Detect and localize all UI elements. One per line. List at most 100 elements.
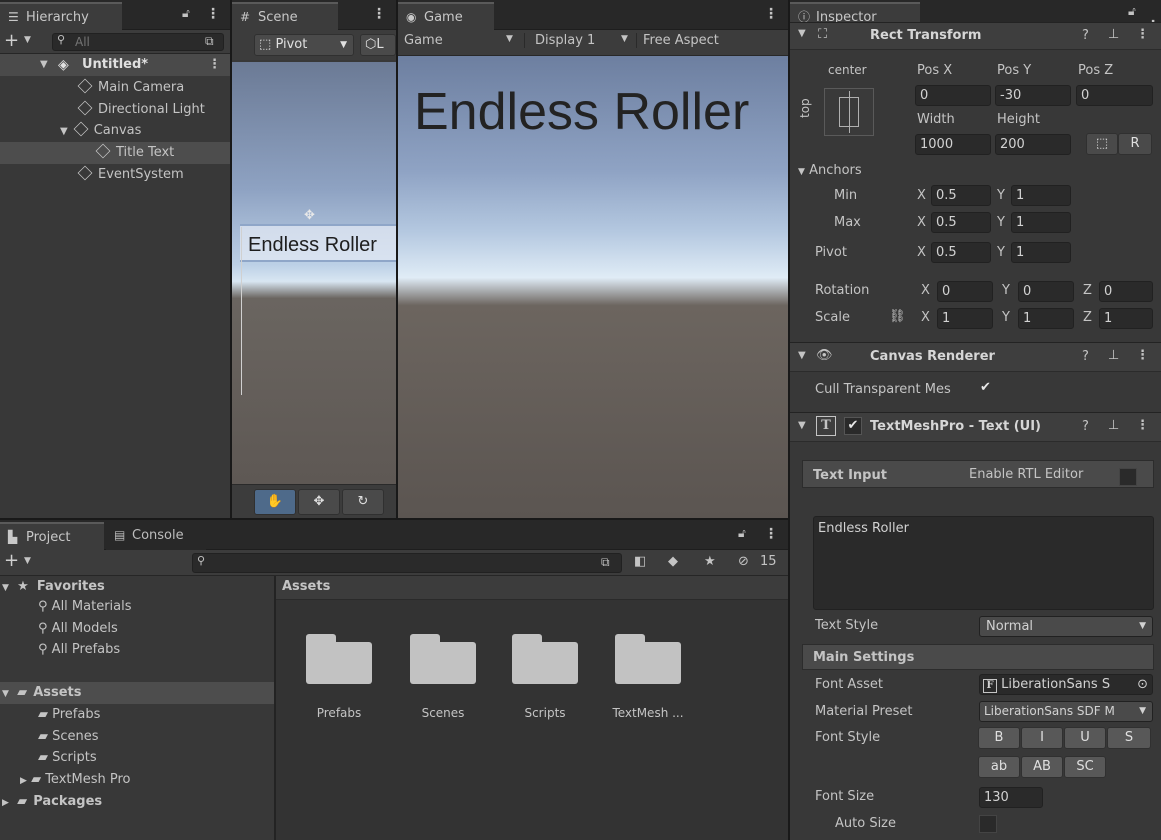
anchor-max-x-field[interactable]: 0.5: [931, 212, 991, 233]
strikethrough-button[interactable]: S: [1107, 727, 1151, 749]
lock-icon[interactable]: 🔓︎: [1128, 4, 1136, 19]
constrain-proportions-icon[interactable]: ⛓: [889, 309, 906, 324]
assets-item-scenes[interactable]: ▰ Scenes: [38, 726, 99, 748]
text-input-area[interactable]: Endless Roller: [813, 516, 1154, 610]
textmeshpro-header[interactable]: ▼ T ✔ TextMeshPro - Text (UI) ? ⊥ ⋮: [790, 412, 1161, 442]
scene-root[interactable]: ▼ ◈ Untitled* ⋮: [0, 54, 230, 76]
more-menu-icon[interactable]: ⋮: [764, 526, 778, 542]
collapse-icon[interactable]: ▼: [798, 28, 806, 39]
assets-item-scripts[interactable]: ▰ Scripts: [38, 747, 97, 769]
preset-icon[interactable]: ⊥: [1108, 418, 1119, 433]
uppercase-button[interactable]: AB: [1021, 756, 1063, 778]
collapse-icon[interactable]: ▼: [798, 350, 806, 361]
filter-icon[interactable]: ⧉: [601, 555, 610, 570]
pos-y-field[interactable]: -30: [995, 85, 1071, 106]
font-size-field[interactable]: 130: [979, 787, 1043, 808]
bold-button[interactable]: B: [978, 727, 1020, 749]
chevron-down-icon[interactable]: ▼: [24, 556, 31, 566]
tab-game[interactable]: ◉ Game: [398, 2, 494, 30]
more-menu-icon[interactable]: ⋮: [372, 6, 386, 22]
lock-icon[interactable]: 🔓︎: [738, 526, 746, 541]
hierarchy-item-directional-light[interactable]: Directional Light: [77, 99, 205, 121]
tab-project[interactable]: ▙ Project: [0, 522, 104, 550]
auto-size-checkbox[interactable]: [979, 815, 997, 833]
material-preset-dropdown[interactable]: LiberationSans SDF M ▼: [979, 701, 1153, 722]
rect-transform-header[interactable]: ▼ ⛶ Rect Transform ? ⊥ ⋮: [790, 22, 1161, 50]
favorites-group[interactable]: ▼ ★ Favorites: [2, 576, 105, 598]
hierarchy-item-title-text[interactable]: Title Text: [0, 142, 230, 164]
favorite-item-all-materials[interactable]: ⚲ All Materials: [38, 596, 132, 618]
chevron-down-icon[interactable]: ▼: [60, 126, 68, 137]
rotation-y-field[interactable]: 0: [1018, 281, 1074, 302]
more-menu-icon[interactable]: ⋮: [1136, 27, 1149, 42]
underline-button[interactable]: U: [1064, 727, 1106, 749]
blueprint-mode-button[interactable]: ⬚: [1086, 133, 1118, 155]
object-picker-icon[interactable]: ⊙: [1137, 675, 1148, 694]
chevron-down-icon[interactable]: ▼: [40, 54, 48, 76]
component-enabled-checkbox[interactable]: ✔: [844, 417, 862, 435]
rotation-z-field[interactable]: 0: [1099, 281, 1153, 302]
aspect-dropdown[interactable]: Free Aspect: [636, 33, 786, 48]
tab-hierarchy[interactable]: ☰ Hierarchy: [0, 2, 122, 30]
add-icon[interactable]: +: [4, 30, 19, 51]
rotation-x-field[interactable]: 0: [937, 281, 993, 302]
filter-by-type-icon[interactable]: ◧: [634, 554, 646, 569]
preset-icon[interactable]: ⊥: [1108, 27, 1119, 42]
anchor-min-x-field[interactable]: 0.5: [931, 185, 991, 206]
anchor-min-y-field[interactable]: 1: [1011, 185, 1071, 206]
anchor-max-y-field[interactable]: 1: [1011, 212, 1071, 233]
hierarchy-item-main-camera[interactable]: Main Camera: [77, 77, 184, 99]
more-menu-icon[interactable]: ⋮: [1136, 418, 1149, 433]
move-tool-button[interactable]: ✥: [298, 489, 340, 515]
anchors-toggle[interactable]: ▼ Anchors: [798, 163, 862, 178]
add-icon[interactable]: +: [4, 550, 19, 571]
breadcrumb-assets[interactable]: Assets: [282, 579, 330, 594]
preset-icon[interactable]: ⊥: [1108, 348, 1119, 363]
anchor-presets-button[interactable]: [824, 88, 874, 136]
assets-item-textmesh-pro[interactable]: ▶ ▰ TextMesh Pro: [20, 769, 130, 791]
packages-group[interactable]: ▶ ▰ Packages: [2, 791, 102, 813]
height-field[interactable]: 200: [995, 134, 1071, 155]
scale-y-field[interactable]: 1: [1018, 308, 1074, 329]
scale-x-field[interactable]: 1: [937, 308, 993, 329]
text-style-dropdown[interactable]: Normal ▼: [979, 616, 1153, 637]
local-toggle[interactable]: ⬡L: [360, 34, 396, 56]
tab-console[interactable]: ▤ Console: [106, 522, 206, 550]
anchor-handle[interactable]: ✥: [304, 208, 326, 226]
cull-transparent-checkbox[interactable]: ✔: [980, 380, 991, 395]
more-menu-icon[interactable]: ⋮: [206, 6, 220, 22]
italic-button[interactable]: I: [1021, 727, 1063, 749]
pos-x-field[interactable]: 0: [915, 85, 991, 106]
more-menu-icon[interactable]: ⋮: [1136, 348, 1149, 363]
filter-icon[interactable]: ⧉: [205, 34, 214, 49]
help-icon[interactable]: ?: [1082, 419, 1089, 434]
hierarchy-search-input[interactable]: [75, 35, 195, 49]
hierarchy-item-eventsystem[interactable]: EventSystem: [77, 164, 184, 186]
lock-icon[interactable]: 🔓︎: [182, 6, 190, 21]
smallcaps-button[interactable]: SC: [1064, 756, 1106, 778]
width-field[interactable]: 1000: [915, 134, 991, 155]
favorite-item-all-prefabs[interactable]: ⚲ All Prefabs: [38, 639, 120, 661]
hidden-packages-icon[interactable]: ⊘: [738, 554, 749, 569]
assets-item-prefabs[interactable]: ▰ Prefabs: [38, 704, 100, 726]
favorites-star-icon[interactable]: ★: [704, 554, 716, 569]
pivot-y-field[interactable]: 1: [1011, 242, 1071, 263]
project-search[interactable]: ⚲ ⧉: [192, 553, 622, 573]
scene-viewport[interactable]: ✥ Endless Roller: [232, 62, 396, 484]
favorite-item-all-models[interactable]: ⚲ All Models: [38, 618, 118, 640]
help-icon[interactable]: ?: [1082, 349, 1089, 364]
rtl-checkbox[interactable]: [1119, 468, 1137, 486]
pivot-x-field[interactable]: 0.5: [931, 242, 991, 263]
pos-z-field[interactable]: 0: [1076, 85, 1153, 106]
raw-edit-button[interactable]: R: [1118, 133, 1152, 155]
game-mode-dropdown[interactable]: Game ▼: [404, 33, 520, 48]
rotate-tool-button[interactable]: ↻: [342, 489, 384, 515]
game-viewport[interactable]: Endless Roller: [398, 56, 788, 518]
hierarchy-search[interactable]: ⚲ ⧉: [52, 33, 224, 51]
display-dropdown[interactable]: Display 1 ▼: [524, 33, 634, 48]
hierarchy-item-canvas[interactable]: ▼ Canvas: [60, 120, 141, 142]
assets-group[interactable]: ▼ ▰ Assets: [0, 682, 274, 704]
lowercase-button[interactable]: ab: [978, 756, 1020, 778]
chevron-down-icon[interactable]: ▼: [24, 35, 31, 45]
help-icon[interactable]: ?: [1082, 28, 1089, 43]
